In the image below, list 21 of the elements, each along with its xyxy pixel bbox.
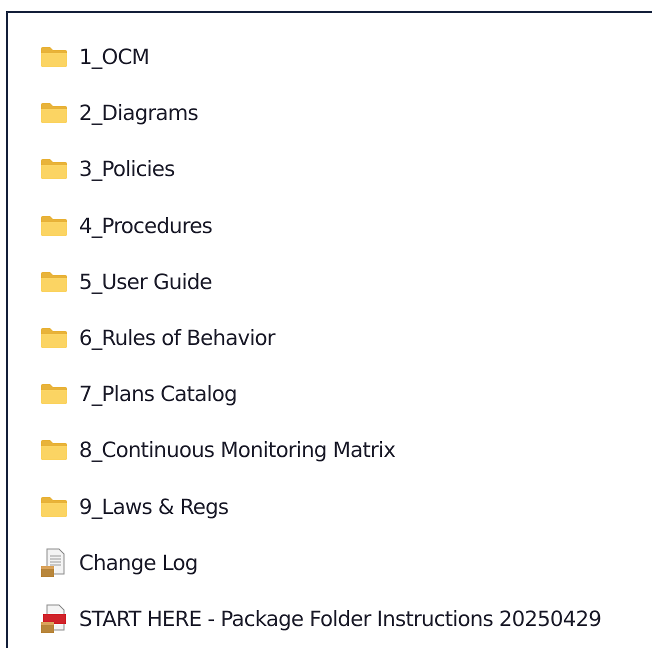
folder-icon <box>40 102 68 124</box>
file-name[interactable]: START HERE - Package Folder Instructions 20250429 <box>79 606 602 631</box>
file-name[interactable]: 2_Diagrams <box>79 101 198 126</box>
file-name[interactable]: 8_Continuous Monitoring Matrix <box>79 438 396 462</box>
file-name[interactable]: Change Log <box>79 550 198 575</box>
file-name[interactable]: 5_User Guide <box>79 270 212 294</box>
file-name[interactable]: 1_OCM <box>79 45 150 70</box>
file-name[interactable]: 9_Laws & Regs <box>79 494 228 519</box>
folder-icon <box>40 158 68 180</box>
file-name[interactable]: 6_Rules of Behavior <box>79 326 275 350</box>
folder-icon <box>40 383 68 406</box>
file-name[interactable]: 7_Plans Catalog <box>79 382 237 406</box>
file-name[interactable]: 4_Procedures <box>79 214 212 238</box>
folder-icon <box>40 214 68 237</box>
folder-icon <box>40 46 68 68</box>
folder-icon <box>40 496 68 518</box>
folder-icon <box>40 270 68 293</box>
file-name[interactable]: 3_Policies <box>79 157 175 182</box>
folder-icon <box>40 439 68 462</box>
pdf-file-icon <box>40 604 68 634</box>
folder-icon <box>40 327 68 350</box>
